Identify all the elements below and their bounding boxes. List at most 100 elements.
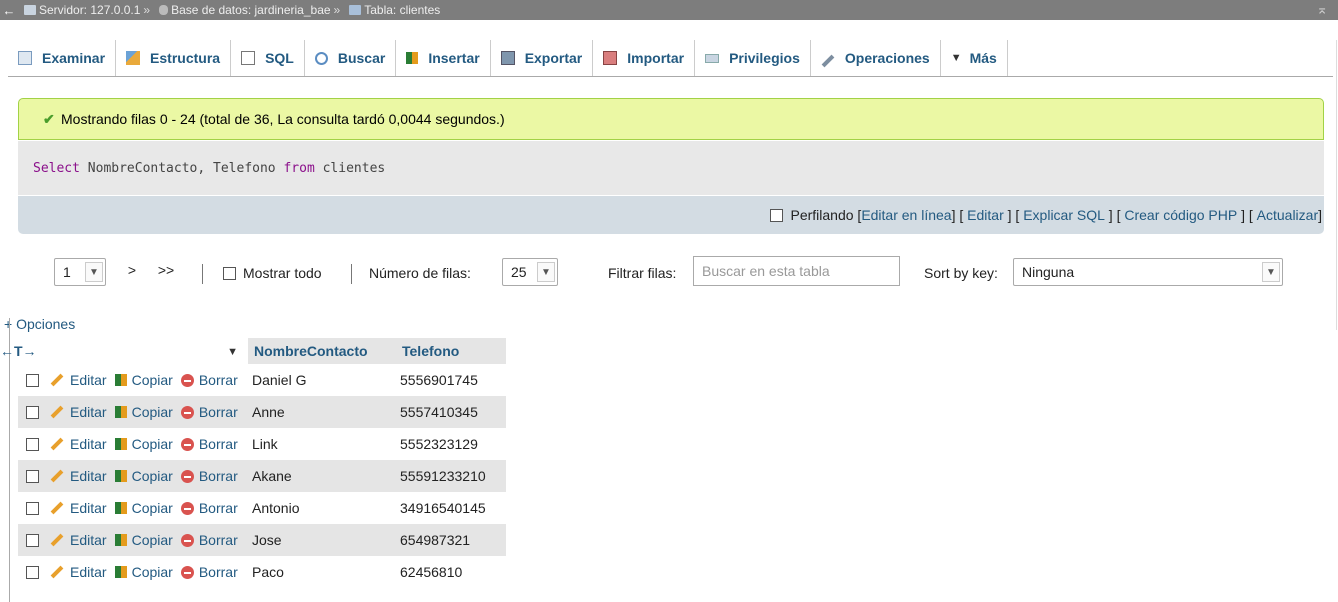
sql-query-box[interactable]: Select NombreContacto, Telefono from cli…	[18, 141, 1324, 195]
pencil-icon	[50, 565, 64, 579]
delete-link[interactable]: Borrar	[199, 468, 238, 484]
row-actions: Editar Copiar Borrar	[18, 396, 248, 428]
server-icon	[24, 5, 36, 15]
edit-link[interactable]: Editar	[70, 404, 107, 420]
edit-link[interactable]: Editar	[70, 468, 107, 484]
next-page-button[interactable]: >	[118, 256, 146, 284]
tab-examinar[interactable]: Examinar	[8, 40, 117, 76]
last-page-button[interactable]: >>	[150, 256, 182, 284]
delete-icon	[180, 534, 194, 547]
copy-link[interactable]: Copiar	[132, 468, 173, 484]
row-checkbox[interactable]	[26, 502, 39, 515]
profiling-checkbox[interactable]	[770, 208, 784, 222]
breadcrumb-table-label[interactable]: Tabla: clientes	[364, 3, 440, 17]
options-link[interactable]: + Opciones	[4, 316, 75, 332]
edit-link[interactable]: Editar	[70, 564, 107, 580]
edit-link[interactable]: Editar	[70, 500, 107, 516]
cell-nombrecontacto[interactable]: Jose	[248, 524, 396, 556]
delete-link[interactable]: Borrar	[199, 532, 238, 548]
cell-telefono[interactable]: 62456810	[396, 556, 506, 588]
page-select[interactable]: 1 ▼	[54, 258, 106, 286]
success-message-text: Mostrando filas 0 - 24 (total de 36, La …	[61, 111, 505, 127]
back-arrow-icon[interactable]: ←	[0, 3, 18, 18]
structure-icon	[126, 51, 141, 65]
cell-nombrecontacto[interactable]: Link	[248, 428, 396, 460]
refresh-link[interactable]: Actualizar	[1257, 207, 1318, 223]
cell-nombrecontacto[interactable]: Antonio	[248, 492, 396, 524]
tab-label: Importar	[627, 50, 685, 66]
page-select-value: 1	[63, 264, 71, 280]
cell-nombrecontacto[interactable]: Paco	[248, 556, 396, 588]
copy-link[interactable]: Copiar	[132, 436, 173, 452]
cell-telefono[interactable]: 5557410345	[396, 396, 506, 428]
copy-link[interactable]: Copiar	[132, 404, 173, 420]
breadcrumb-table[interactable]: Tabla: clientes	[343, 3, 440, 17]
explain-sql-link[interactable]: Explicar SQL	[1023, 207, 1105, 223]
breadcrumb-server-label[interactable]: Servidor: 127.0.0.1	[39, 3, 140, 17]
column-arrows-header: ←T→ ▼	[0, 338, 248, 364]
tab-operaciones[interactable]: Operaciones	[811, 40, 941, 76]
column-header-nombrecontacto[interactable]: NombreContacto	[248, 338, 396, 364]
tab-importar[interactable]: Importar	[593, 40, 696, 76]
profiling-label: Perfilando	[790, 207, 854, 223]
edit-link[interactable]: Editar	[70, 532, 107, 548]
cell-nombrecontacto[interactable]: Anne	[248, 396, 396, 428]
tab-label: Estructura	[150, 50, 221, 66]
column-header-telefono[interactable]: Telefono	[396, 338, 506, 364]
delete-link[interactable]: Borrar	[199, 372, 238, 388]
cell-telefono[interactable]: 55591233210	[396, 460, 506, 492]
row-checkbox[interactable]	[26, 470, 39, 483]
breadcrumb-database-label[interactable]: Base de datos: jardineria_bae	[171, 3, 330, 17]
tab-exportar[interactable]: Exportar	[491, 40, 594, 76]
cell-telefono[interactable]: 34916540145	[396, 492, 506, 524]
copy-link[interactable]: Copiar	[132, 532, 173, 548]
cell-nombrecontacto[interactable]: Daniel G	[248, 364, 396, 396]
triangle-down-icon[interactable]: ▼	[227, 346, 238, 358]
edit-link[interactable]: Editar	[70, 436, 107, 452]
cell-telefono[interactable]: 654987321	[396, 524, 506, 556]
show-all-control[interactable]: Mostrar todo	[223, 265, 322, 281]
tab-estructura[interactable]: Estructura	[116, 40, 232, 76]
copy-link[interactable]: Copiar	[132, 500, 173, 516]
cell-nombrecontacto[interactable]: Akane	[248, 460, 396, 492]
sort-select[interactable]: Ninguna ▼	[1013, 258, 1283, 286]
cell-telefono[interactable]: 5556901745	[396, 364, 506, 396]
show-all-checkbox[interactable]	[223, 267, 236, 280]
results-table: ←T→ ▼ NombreContacto Telefono Editar Copi…	[0, 338, 506, 588]
delete-link[interactable]: Borrar	[199, 404, 238, 420]
edit-link[interactable]: Editar	[967, 207, 1004, 223]
rows-select[interactable]: 25 ▼	[502, 258, 558, 286]
tab-privilegios[interactable]: Privilegios	[695, 40, 811, 76]
sort-select-value: Ninguna	[1022, 264, 1075, 280]
delete-icon	[180, 406, 194, 419]
breadcrumb: ← Servidor: 127.0.0.1 » Base de datos: j…	[0, 0, 1338, 20]
filter-input[interactable]: Buscar en esta tabla	[693, 256, 900, 286]
show-all-label: Mostrar todo	[243, 265, 322, 281]
collapse-icon[interactable]: ⌅	[1316, 1, 1328, 18]
pencil-icon	[50, 405, 64, 419]
row-checkbox[interactable]	[26, 438, 39, 451]
inline-edit-link[interactable]: Editar en línea	[861, 207, 951, 223]
tab-sql[interactable]: SQL	[231, 40, 305, 76]
tab-buscar[interactable]: Buscar	[305, 40, 397, 76]
row-checkbox[interactable]	[26, 566, 39, 579]
import-icon	[603, 51, 618, 65]
edit-link[interactable]: Editar	[70, 372, 107, 388]
delete-link[interactable]: Borrar	[199, 436, 238, 452]
delete-link[interactable]: Borrar	[199, 564, 238, 580]
copy-link[interactable]: Copiar	[132, 564, 173, 580]
copy-link[interactable]: Copiar	[132, 372, 173, 388]
tab-insertar[interactable]: Insertar	[396, 40, 491, 76]
breadcrumb-database[interactable]: Base de datos: jardineria_bae	[153, 3, 331, 17]
success-message: ✔ Mostrando filas 0 - 24 (total de 36, L…	[18, 98, 1324, 140]
tab-mas[interactable]: ▼ Más	[941, 40, 1008, 76]
cell-telefono[interactable]: 5552323129	[396, 428, 506, 460]
arrows-icon[interactable]: ←T→	[0, 343, 37, 359]
row-checkbox[interactable]	[26, 406, 39, 419]
delete-link[interactable]: Borrar	[199, 500, 238, 516]
create-php-link[interactable]: Crear código PHP	[1124, 207, 1237, 223]
breadcrumb-server[interactable]: Servidor: 127.0.0.1	[18, 3, 140, 17]
tab-label: Exportar	[524, 50, 583, 66]
row-checkbox[interactable]	[26, 374, 39, 387]
row-checkbox[interactable]	[26, 534, 39, 547]
